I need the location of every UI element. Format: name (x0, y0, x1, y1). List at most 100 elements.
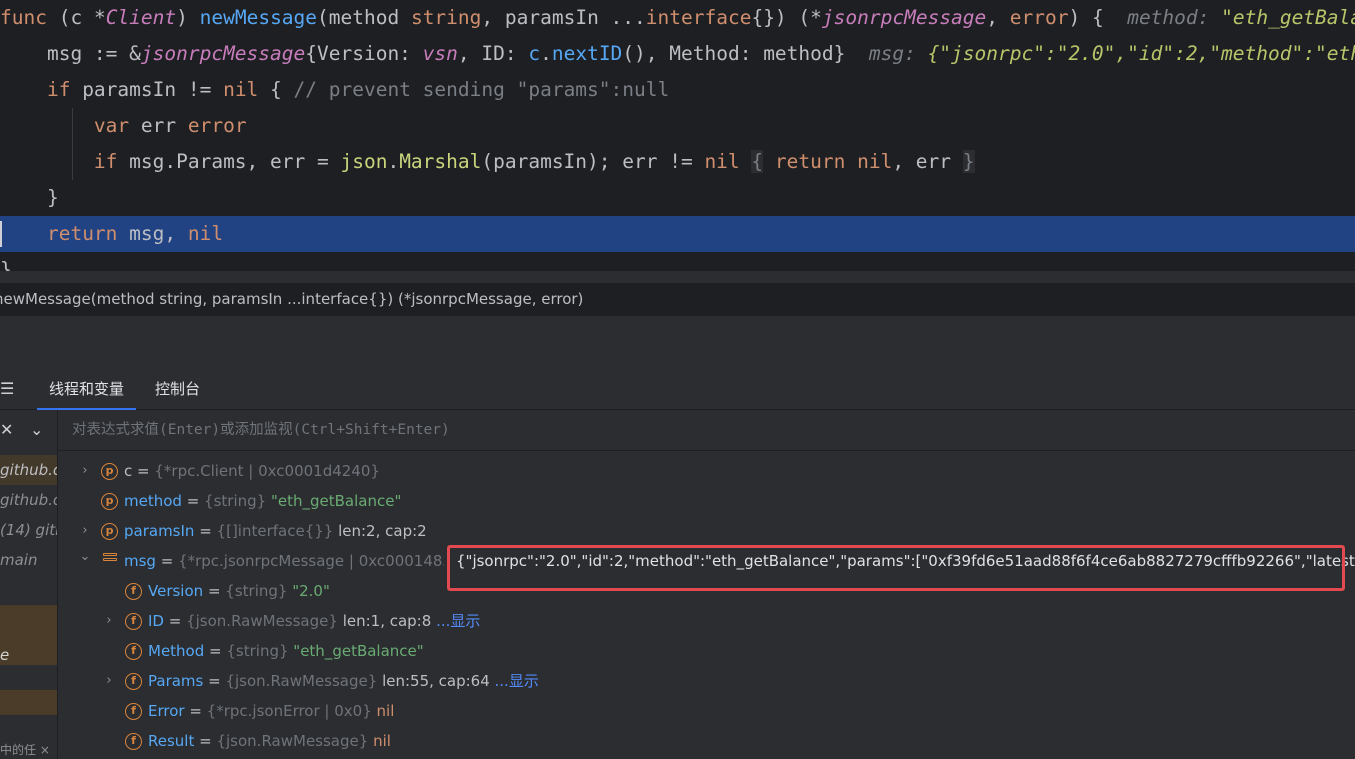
variable-equals: = (203, 582, 226, 600)
chevron-right-icon[interactable]: › (79, 456, 91, 486)
receiver-c: c (70, 6, 83, 29)
call-nextid: nextID (551, 42, 623, 65)
variable-value: nil (376, 702, 395, 720)
chevron-right-icon[interactable]: › (103, 666, 115, 696)
variable-value: "eth_getBalance" (293, 642, 424, 660)
type-jsonrpcmessage: jsonrpcMessage (821, 6, 987, 29)
variable-name: Version (148, 582, 204, 600)
keyword-nil: nil (704, 150, 740, 173)
keyword-func: func (0, 6, 47, 29)
field-icon: f (125, 703, 142, 720)
variable-row-params[interactable]: › f Params = {json.RawMessage} len:55, cap… (59, 666, 1355, 696)
code-line-3[interactable]: if paramsIn != nil { // prevent sending … (0, 72, 1355, 108)
variable-text: Result = {json.RawMessage} nil (148, 726, 391, 756)
fold-close-brace[interactable]: } (962, 150, 975, 173)
variable-row-paramsin[interactable]: › p paramsIn = {[]interface{}} len:2, cap:… (59, 516, 1355, 546)
breadcrumb-function[interactable]: newMessage(method string, paramsIn ...in… (0, 290, 583, 308)
code-line-4[interactable]: var err error (0, 108, 1355, 144)
code-line-2[interactable]: msg := &jsonrpcMessage{Version: vsn, ID:… (0, 36, 1355, 72)
variable-row-c[interactable]: › p c = {*rpc.Client | 0xc0001d4240} (59, 456, 1355, 486)
code-line-7-current[interactable]: return msg, nil (0, 216, 1355, 252)
breadcrumb[interactable]: newMessage(method string, paramsIn ...in… (0, 283, 1355, 315)
variable-text: c = {*rpc.Client | 0xc0001d4240} (124, 456, 380, 486)
frame-item[interactable]: github.com (0, 485, 57, 515)
variable-name: Result (148, 732, 195, 750)
variable-type: {*rpc.jsonError | 0x0} (206, 702, 377, 720)
variable-equals: = (194, 522, 217, 540)
variable-name: msg (124, 552, 156, 570)
frame-item[interactable] (0, 690, 57, 715)
variable-equals: = (132, 462, 155, 480)
show-value-link[interactable]: ...显示 (436, 612, 480, 630)
type-error: error (187, 114, 247, 137)
horizontal-scrollbar[interactable] (0, 271, 1355, 283)
inline-hint-value: "eth_getBalance" (1221, 6, 1355, 29)
variable-equals: = (155, 552, 179, 570)
variable-text: method = {string} "eth_getBalance" (124, 486, 401, 516)
variable-name: Error (148, 702, 185, 720)
parameter-icon: p (101, 493, 118, 510)
struct-pointer-icon (103, 553, 117, 569)
variable-type: {json.RawMessage} (225, 672, 383, 690)
frame-item[interactable]: e (0, 640, 57, 665)
package-json: json (340, 150, 388, 173)
tab-console[interactable]: 控制台 (155, 368, 200, 410)
chevron-down-icon[interactable]: ⌄ (30, 420, 43, 439)
variable-type: {*rpc.Client | 0xc0001d4240} (154, 462, 380, 480)
close-icon[interactable]: ✕ (0, 420, 13, 439)
tab-threads-variables[interactable]: 线程和变量 (36, 368, 137, 410)
variable-equals: = (181, 492, 205, 510)
show-value-link[interactable]: ...显示 (495, 672, 539, 690)
variable-name: Params (148, 672, 204, 690)
frames-filter-hint[interactable]: 中的任 × (0, 741, 57, 759)
function-name: newMessage (187, 6, 318, 29)
receiver-c: c (528, 42, 541, 65)
variable-row-error[interactable]: f Error = {*rpc.jsonError | 0x0} nil (59, 696, 1355, 726)
variable-row-msg[interactable]: ⌄ msg = {*rpc.jsonrpcMessage | 0xc0001483… (59, 546, 1355, 576)
frame-item[interactable]: main (0, 545, 57, 575)
frames-list: ✕ ⌄ github.com github.com (14) github ma… (0, 410, 58, 759)
variable-equals: = (184, 702, 207, 720)
variable-equals: = (194, 732, 217, 750)
keyword-nil: nil (187, 222, 224, 245)
menu-icon[interactable]: ☰ (0, 379, 14, 398)
chevron-down-icon[interactable]: ⌄ (79, 542, 91, 572)
variable-type: {string} (204, 492, 271, 510)
code-line-5[interactable]: if msg.Params, err = json.Marshal(params… (0, 144, 1355, 180)
code-line-8[interactable]: } (0, 252, 1355, 271)
variable-type: {[]interface{}} (216, 522, 339, 540)
variable-value: nil (373, 732, 391, 750)
variable-equals: = (204, 642, 227, 660)
keyword-if: if (93, 150, 118, 173)
keyword-return: return (763, 150, 846, 173)
variable-row-method[interactable]: f Method = {string} "eth_getBalance" (59, 636, 1355, 666)
frame-item[interactable]: (14) github (0, 515, 57, 545)
inline-hint-label: msg: (868, 42, 928, 65)
variable-name: method (124, 492, 182, 510)
variable-value: len:55, cap:64 (382, 672, 495, 690)
keyword-if: if (46, 78, 71, 101)
code-editor[interactable]: func (c *Client) newMessage(method strin… (0, 0, 1355, 271)
panel-splitter[interactable] (0, 315, 1355, 368)
code-line-1[interactable]: func (c *Client) newMessage(method strin… (0, 0, 1355, 36)
keyword-interface: interface (645, 6, 752, 29)
call-marshal: Marshal (399, 150, 482, 173)
variable-row-id[interactable]: › f ID = {json.RawMessage} len:1, cap:8 ..… (59, 606, 1355, 636)
parameter-icon: p (101, 523, 118, 540)
keyword-return: return (46, 222, 118, 245)
variable-text: Method = {string} "eth_getBalance" (148, 636, 424, 666)
variable-row-result[interactable]: f Result = {json.RawMessage} nil (59, 726, 1355, 756)
variable-row-version[interactable]: f Version = {string} "2.0" (59, 576, 1355, 606)
frame-item[interactable]: github.com (0, 455, 57, 485)
variable-type: {*rpc.jsonrpcMessage | 0xc0001483f0} (178, 552, 477, 570)
frame-item[interactable] (0, 605, 57, 640)
variable-row-method[interactable]: p method = {string} "eth_getBalance" (59, 486, 1355, 516)
fold-open-brace[interactable]: { (751, 150, 764, 173)
chevron-right-icon[interactable]: › (103, 606, 115, 636)
code-line-6[interactable]: } (0, 180, 1355, 216)
variable-text: paramsIn = {[]interface{}} len:2, cap:2 (124, 516, 427, 546)
evaluate-expression-input[interactable]: 对表达式求值(Enter)或添加监视(Ctrl+Shift+Enter) (59, 410, 1355, 451)
variable-text: msg = {*rpc.jsonrpcMessage | 0xc0001483f… (124, 546, 476, 576)
type-error: error (1009, 6, 1069, 29)
keyword-nil: nil (223, 78, 259, 101)
